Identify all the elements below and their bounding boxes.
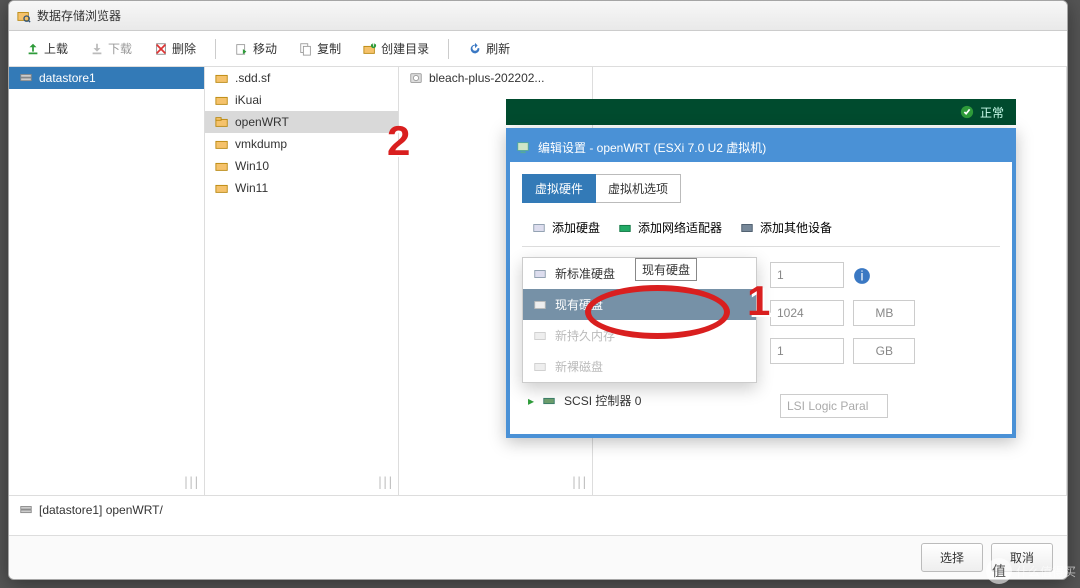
- resize-handle[interactable]: |||: [376, 475, 392, 489]
- select-button[interactable]: 选择: [921, 543, 983, 572]
- folder-icon: [215, 71, 229, 85]
- hdd-icon: [533, 267, 547, 281]
- status-bar: 正常: [506, 99, 1016, 125]
- tooltip: 现有硬盘: [635, 258, 697, 281]
- scsi-type-select[interactable]: LSI Logic Paral: [780, 394, 888, 418]
- column-2: .sdd.sf iKuai openWRT vmkdump Win10 Win1…: [205, 67, 399, 495]
- datastore-icon: [19, 503, 33, 517]
- datastore-icon: [19, 71, 33, 85]
- titlebar: 数据存储浏览器: [9, 1, 1067, 31]
- hdd-icon: [533, 360, 547, 374]
- dropdown-raw[interactable]: 新裸磁盘: [523, 351, 756, 382]
- scsi-row[interactable]: ▸ SCSI 控制器 0: [528, 392, 641, 409]
- footer: 选择 取消: [9, 535, 1067, 579]
- edit-settings-dialog: 编辑设置 - openWRT (ESXi 7.0 U2 虚拟机) 虚拟硬件 虚拟…: [506, 128, 1016, 438]
- upload-icon: [26, 42, 40, 56]
- move-icon: [235, 42, 249, 56]
- datastore-item[interactable]: datastore1: [9, 67, 204, 89]
- download-button[interactable]: 下载: [81, 35, 141, 62]
- toolbar: 上载 下载 删除 移动 复制 + 创建目录 刷新: [9, 31, 1067, 67]
- memory-input[interactable]: [770, 300, 844, 326]
- add-device-row: 添加硬盘 添加网络适配器 添加其他设备: [522, 213, 1000, 247]
- memory-unit[interactable]: MB: [853, 300, 915, 326]
- nic-icon: [618, 221, 632, 235]
- disk-size-input[interactable]: [770, 338, 844, 364]
- upload-button[interactable]: 上载: [17, 35, 77, 62]
- folder-item[interactable]: vmkdump: [205, 133, 398, 155]
- folder-icon: [215, 137, 229, 151]
- file-item[interactable]: bleach-plus-202202...: [399, 67, 592, 89]
- device-icon: [740, 221, 754, 235]
- svg-text:i: i: [861, 268, 864, 283]
- dropdown-pmem[interactable]: 新持久内存: [523, 320, 756, 351]
- cancel-button[interactable]: 取消: [991, 543, 1053, 572]
- folder-open-icon: [215, 115, 229, 129]
- popup-title: 编辑设置 - openWRT (ESXi 7.0 U2 虚拟机): [538, 139, 766, 156]
- disk-unit[interactable]: GB: [853, 338, 915, 364]
- folder-item[interactable]: .sdd.sf: [205, 67, 398, 89]
- column-1: datastore1 |||: [9, 67, 205, 495]
- vm-icon: [516, 140, 530, 154]
- add-other-button[interactable]: 添加其他设备: [740, 219, 832, 236]
- popup-titlebar: 编辑设置 - openWRT (ESXi 7.0 U2 虚拟机): [510, 132, 1012, 162]
- refresh-icon: [468, 42, 482, 56]
- tabs: 虚拟硬件 虚拟机选项: [522, 174, 1000, 203]
- resize-handle[interactable]: |||: [570, 475, 586, 489]
- delete-icon: [154, 42, 168, 56]
- dropdown-existing-disk[interactable]: 现有硬盘: [523, 289, 756, 320]
- hdd-icon: [533, 298, 547, 312]
- svg-text:+: +: [371, 42, 377, 50]
- info-icon[interactable]: i: [853, 267, 871, 285]
- popup-body: 虚拟硬件 虚拟机选项 添加硬盘 添加网络适配器 添加其他设备 新标准硬盘: [510, 162, 1012, 395]
- tab-options[interactable]: 虚拟机选项: [596, 174, 681, 203]
- hardware-values: i MB GB: [770, 262, 915, 364]
- disk-file-icon: [409, 71, 423, 85]
- cpu-select[interactable]: [770, 262, 844, 288]
- tab-hardware[interactable]: 虚拟硬件: [522, 174, 596, 203]
- mkdir-button[interactable]: + 创建目录: [354, 35, 438, 62]
- hdd-icon: [533, 329, 547, 343]
- copy-button[interactable]: 复制: [290, 35, 350, 62]
- window-title: 数据存储浏览器: [37, 7, 121, 24]
- download-icon: [90, 42, 104, 56]
- scsi-icon: [542, 394, 556, 408]
- resize-handle[interactable]: |||: [182, 475, 198, 489]
- folder-item[interactable]: iKuai: [205, 89, 398, 111]
- add-hdd-button[interactable]: 添加硬盘: [532, 219, 600, 236]
- copy-icon: [299, 42, 313, 56]
- separator: [215, 39, 216, 59]
- path-bar: [datastore1] openWRT/: [9, 495, 1067, 523]
- folder-item[interactable]: Win10: [205, 155, 398, 177]
- status-text: 正常: [980, 104, 1004, 121]
- folder-item[interactable]: Win11: [205, 177, 398, 199]
- separator: [448, 39, 449, 59]
- hdd-icon: [532, 221, 546, 235]
- new-folder-icon: +: [363, 42, 377, 56]
- move-button[interactable]: 移动: [226, 35, 286, 62]
- add-nic-button[interactable]: 添加网络适配器: [618, 219, 722, 236]
- folder-search-icon: [17, 9, 31, 23]
- check-circle-icon: [960, 105, 974, 119]
- path-text: [datastore1] openWRT/: [39, 503, 163, 517]
- folder-item-selected[interactable]: openWRT: [205, 111, 398, 133]
- folder-icon: [215, 181, 229, 195]
- folder-icon: [215, 93, 229, 107]
- delete-button[interactable]: 删除: [145, 35, 205, 62]
- folder-icon: [215, 159, 229, 173]
- refresh-button[interactable]: 刷新: [459, 35, 519, 62]
